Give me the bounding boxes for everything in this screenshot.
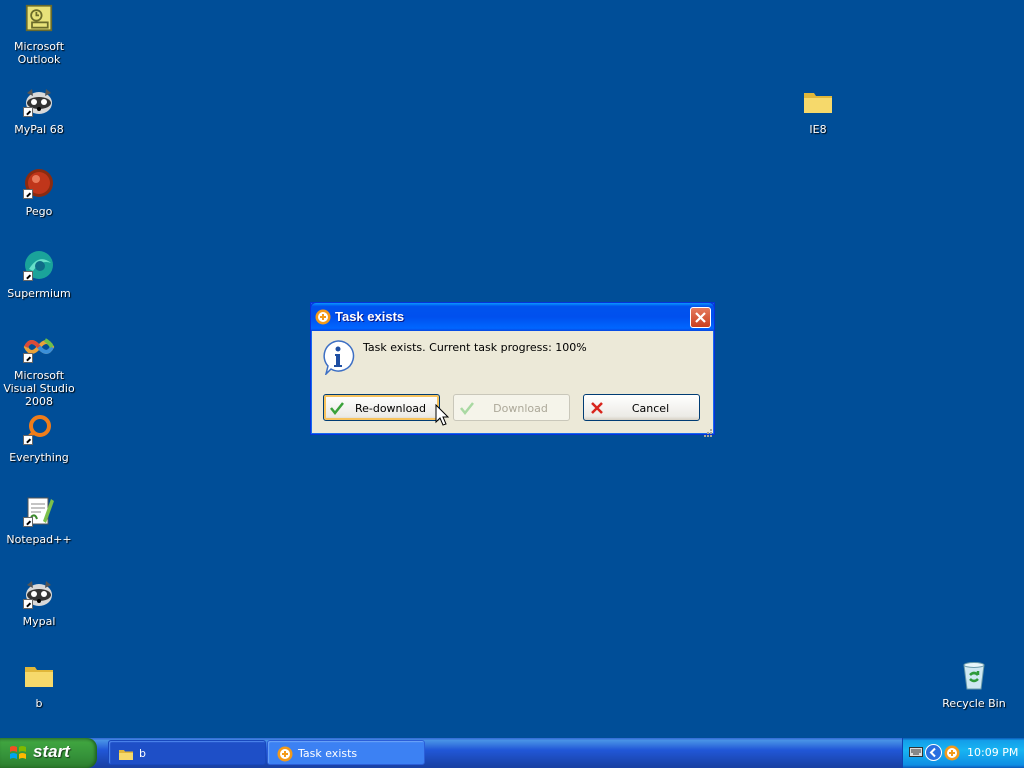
mypal-icon <box>23 577 55 609</box>
visual-studio-icon <box>23 331 55 363</box>
folder-icon <box>802 85 834 117</box>
shortcut-arrow-icon <box>23 107 33 117</box>
supermium-icon <box>23 249 55 281</box>
desktop-icon-recycle-bin[interactable]: Recycle Bin <box>935 659 1013 710</box>
desktop-icon-everything[interactable]: Everything <box>0 413 78 464</box>
resize-grip-icon[interactable] <box>702 422 712 437</box>
windows-logo-icon <box>9 744 27 762</box>
shortcut-arrow-icon <box>23 353 33 363</box>
desktop-icon-mypal[interactable]: Mypal <box>0 577 78 628</box>
app-icon <box>277 746 293 762</box>
clock[interactable]: 10:09 PM <box>967 746 1018 759</box>
shortcut-arrow-icon <box>23 189 33 199</box>
info-icon <box>321 339 355 377</box>
download-label: Download <box>493 402 548 415</box>
desktop-icon-notepadpp[interactable]: Notepad++ <box>0 495 78 546</box>
dialog-message: Task exists. Current task progress: 100% <box>363 341 587 354</box>
outlook-icon <box>25 4 53 32</box>
folder-icon <box>23 659 55 691</box>
app-tray-icon[interactable] <box>944 745 960 761</box>
taskbar-button-label: b <box>139 747 146 760</box>
dialog-titlebar[interactable]: Task exists <box>310 302 715 331</box>
desktop-icon-label: IE8 <box>809 123 827 136</box>
show-hidden-icons-chevron-icon[interactable] <box>925 744 942 761</box>
close-icon <box>695 312 706 323</box>
mouse-cursor-icon <box>435 404 450 426</box>
taskbar-button-label: Task exists <box>298 747 358 760</box>
cancel-button[interactable]: Cancel <box>583 394 700 421</box>
system-tray: 10:09 PM <box>902 738 1024 768</box>
recycle-bin-icon <box>958 659 990 691</box>
desktop-icon-visual-studio-2008[interactable]: Microsoft Visual Studio 2008 <box>0 331 78 408</box>
start-button[interactable]: start <box>0 738 97 768</box>
shortcut-arrow-icon <box>23 517 33 527</box>
desktop-icon-folder-ie8[interactable]: IE8 <box>779 85 857 136</box>
task-exists-dialog: Task exists Task exists. Current task pr… <box>310 302 715 437</box>
desktop-icon-supermium[interactable]: Supermium <box>0 249 78 300</box>
check-icon <box>330 401 344 416</box>
desktop-icon-label: Everything <box>9 451 69 464</box>
taskbar-button-b[interactable]: b <box>108 740 266 765</box>
pego-icon <box>23 167 55 199</box>
shortcut-arrow-icon <box>23 435 33 445</box>
shortcut-arrow-icon <box>23 271 33 281</box>
mypal-icon <box>23 85 55 117</box>
notepadpp-icon <box>23 495 55 527</box>
desktop-icon-label: Supermium <box>7 287 71 300</box>
desktop-icon-pego[interactable]: Pego <box>0 167 78 218</box>
taskbar-button-task-exists[interactable]: Task exists <box>267 740 425 765</box>
desktop-icon-label: Microsoft Outlook <box>13 40 65 66</box>
desktop-icon-label: Notepad++ <box>6 533 72 546</box>
start-label: start <box>33 742 70 761</box>
check-icon <box>460 401 474 416</box>
desktop-icon-microsoft-outlook[interactable]: Microsoft Outlook <box>0 4 78 66</box>
taskbar: start b Task exists 10:09 PM <box>0 738 1024 768</box>
desktop-icon-label: Pego <box>25 205 53 218</box>
desktop-icon-label: b <box>35 697 43 710</box>
desktop-icon-label: Microsoft Visual Studio 2008 <box>3 369 75 408</box>
everything-icon <box>23 413 55 445</box>
keyboard-icon[interactable] <box>909 746 923 758</box>
redownload-label: Re-download <box>354 402 427 415</box>
download-button[interactable]: Download <box>453 394 570 421</box>
folder-icon <box>118 746 134 762</box>
desktop-icon-label: Recycle Bin <box>942 697 1006 710</box>
dialog-title: Task exists <box>335 309 405 324</box>
cross-icon <box>590 401 604 415</box>
desktop-icon-label: MyPal 68 <box>14 123 64 136</box>
cancel-label: Cancel <box>631 402 670 415</box>
close-button[interactable] <box>690 307 711 328</box>
desktop-icon-folder-b[interactable]: b <box>0 659 78 710</box>
desktop-icon-label: Mypal <box>22 615 56 628</box>
desktop-icon-mypal-68[interactable]: MyPal 68 <box>0 85 78 136</box>
redownload-button[interactable]: Re-download <box>323 394 440 421</box>
app-icon <box>315 309 331 325</box>
shortcut-arrow-icon <box>23 599 33 609</box>
